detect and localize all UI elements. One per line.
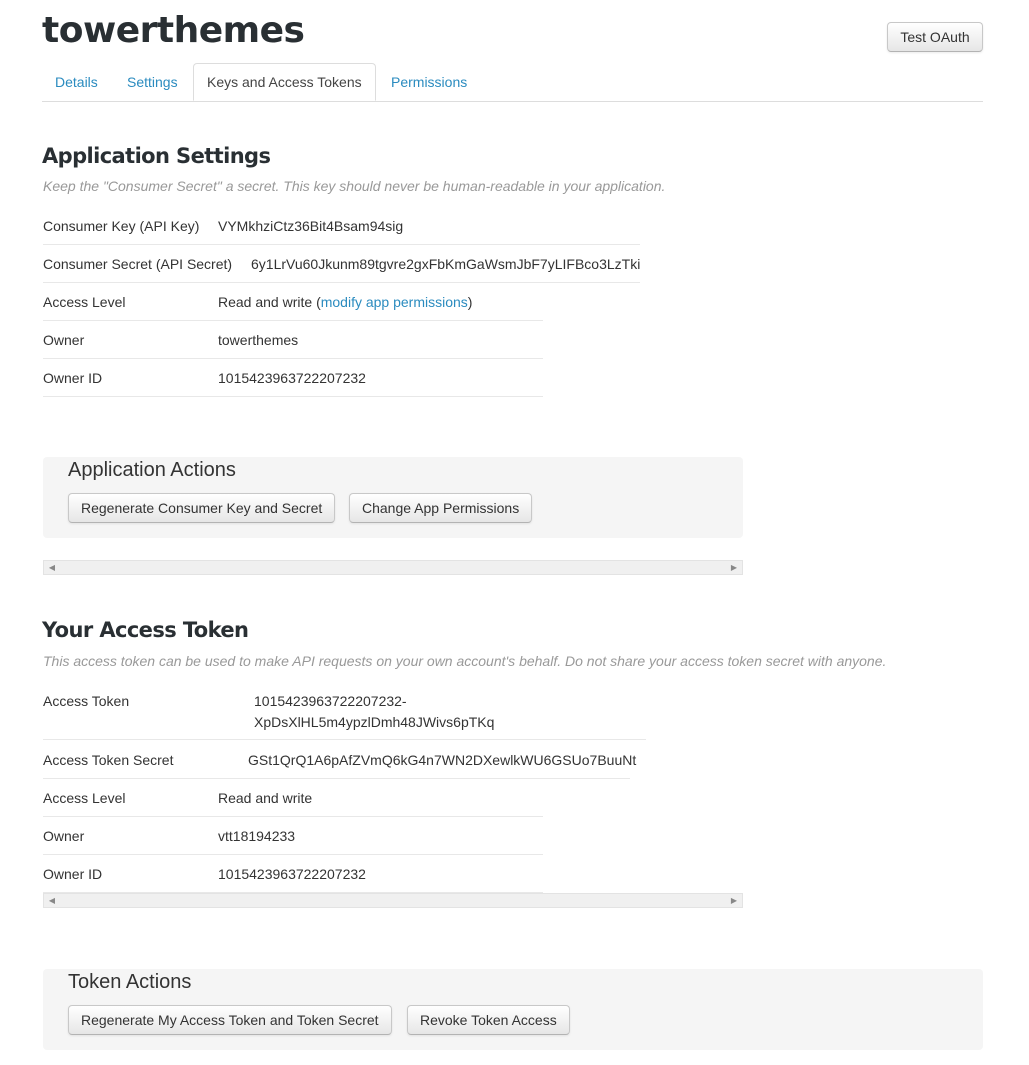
owner-value: towerthemes xyxy=(218,332,299,348)
scroll-right-arrow-icon[interactable]: ▶ xyxy=(728,894,740,907)
access-level-text: Read and write xyxy=(218,294,313,310)
access-token-row: Access Token 1015423963722207232- XpDsXl… xyxy=(43,682,646,740)
access-token-description: This access token can be used to make AP… xyxy=(43,653,887,669)
access-token-value-line1: 1015423963722207232- xyxy=(254,693,407,709)
owner-label: Owner xyxy=(43,332,85,348)
application-settings-heading: Application Settings xyxy=(42,144,271,168)
consumer-key-row: Consumer Key (API Key) VYMkhziCtz36Bit4B… xyxy=(43,207,640,245)
tab-bar: Details Settings Keys and Access Tokens … xyxy=(42,63,983,102)
application-actions-heading: Application Actions xyxy=(68,459,236,481)
token-access-level-label: Access Level xyxy=(43,790,126,806)
access-token-secret-row: Access Token Secret GSt1QrQ1A6pAfZVmQ6kG… xyxy=(43,741,636,779)
consumer-secret-value: 6y1LrVu60Jkunm89tgvre2gxFbKmGaWsmJbF7yLI… xyxy=(251,256,641,272)
owner-id-label: Owner ID xyxy=(43,370,103,386)
tab-details[interactable]: Details xyxy=(42,63,111,100)
access-token-secret-label: Access Token Secret xyxy=(43,752,174,768)
tab-settings[interactable]: Settings xyxy=(114,63,191,100)
regenerate-access-token-button[interactable]: Regenerate My Access Token and Token Sec… xyxy=(68,1005,392,1035)
token-owner-id-value: 1015423963722207232 xyxy=(218,866,366,882)
access-token-heading: Your Access Token xyxy=(42,618,249,642)
regenerate-consumer-key-button[interactable]: Regenerate Consumer Key and Secret xyxy=(68,493,336,523)
consumer-key-label: Consumer Key (API Key) xyxy=(43,218,200,234)
consumer-key-value: VYMkhziCtz36Bit4Bsam94sig xyxy=(218,218,404,234)
owner-id-row: Owner ID 1015423963722207232 xyxy=(43,359,543,397)
token-owner-value: vtt18194233 xyxy=(218,828,296,844)
token-actions-panel: Token Actions Regenerate My Access Token… xyxy=(43,969,983,1050)
access-level-value: Read and write (modify app permissions) xyxy=(218,294,472,310)
scroll-left-arrow-icon[interactable]: ◀ xyxy=(46,561,58,574)
token-access-level-value: Read and write xyxy=(218,790,313,806)
access-level-row: Access Level Read and write (modify app … xyxy=(43,283,543,321)
access-token-secret-value: GSt1QrQ1A6pAfZVmQ6kG4n7WN2DXewlkWU6GSUo7… xyxy=(248,752,637,768)
token-access-level-row: Access Level Read and write xyxy=(43,779,543,817)
horizontal-scrollbar-token[interactable]: ◀ ▶ xyxy=(43,893,743,908)
token-owner-id-label: Owner ID xyxy=(43,866,103,882)
consumer-secret-row: Consumer Secret (API Secret) 6y1LrVu60Jk… xyxy=(43,245,640,283)
access-token-label: Access Token xyxy=(43,693,130,709)
consumer-secret-label: Consumer Secret (API Secret) xyxy=(43,256,233,272)
access-level-label: Access Level xyxy=(43,294,126,310)
app-title: towerthemes xyxy=(42,10,305,51)
access-token-value-line2: XpDsXlHL5m4ypzlDmh48JWivs6pTKq xyxy=(254,714,495,730)
owner-id-value: 1015423963722207232 xyxy=(218,370,366,386)
horizontal-scrollbar[interactable]: ◀ ▶ xyxy=(43,560,743,575)
token-owner-id-row: Owner ID 1015423963722207232 xyxy=(43,855,543,893)
token-owner-label: Owner xyxy=(43,828,85,844)
token-owner-row: Owner vtt18194233 xyxy=(43,817,543,855)
scroll-right-arrow-icon[interactable]: ▶ xyxy=(728,561,740,574)
change-app-permissions-button[interactable]: Change App Permissions xyxy=(349,493,533,523)
access-level-paren-close: ) xyxy=(467,294,473,310)
tab-keys-and-access-tokens[interactable]: Keys and Access Tokens xyxy=(193,63,376,101)
tab-permissions[interactable]: Permissions xyxy=(378,63,480,100)
token-actions-heading: Token Actions xyxy=(68,971,192,993)
owner-row: Owner towerthemes xyxy=(43,321,543,359)
revoke-token-access-button[interactable]: Revoke Token Access xyxy=(407,1005,570,1035)
test-oauth-button[interactable]: Test OAuth xyxy=(887,22,983,52)
modify-app-permissions-link[interactable]: modify app permissions xyxy=(321,294,468,310)
application-settings-description: Keep the "Consumer Secret" a secret. Thi… xyxy=(43,178,666,194)
scroll-left-arrow-icon[interactable]: ◀ xyxy=(46,894,58,907)
application-actions-panel: Application Actions Regenerate Consumer … xyxy=(43,457,743,538)
